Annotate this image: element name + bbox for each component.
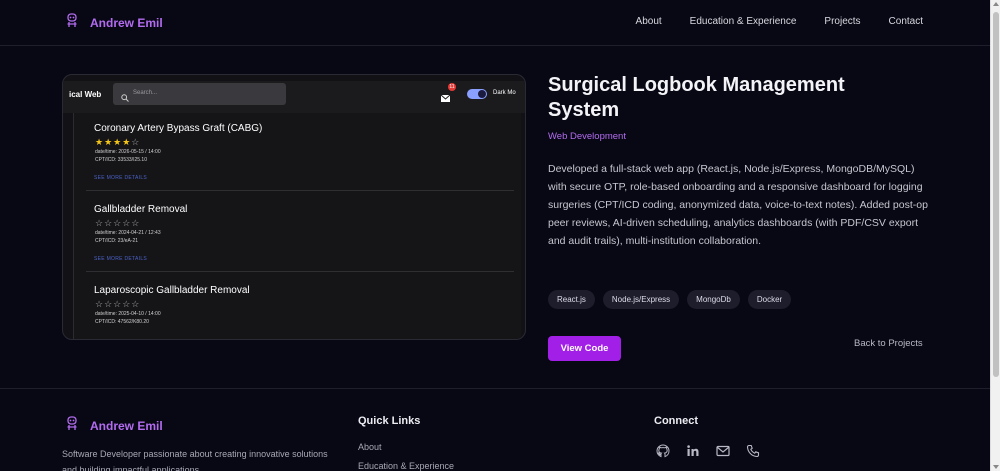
footer-description: Software Developer passionate about crea…	[62, 449, 328, 471]
rating-stars: ☆☆☆☆☆	[95, 218, 141, 228]
surgery-codes: CPT/ICD: 23/eA-21	[95, 238, 139, 244]
nav-link-contact[interactable]: Contact	[889, 16, 923, 27]
connect-heading: Connect	[654, 415, 698, 427]
tag-react: React.js	[548, 290, 595, 309]
nav-link-education[interactable]: Education & Experience	[690, 16, 797, 27]
mail-icon[interactable]	[715, 443, 731, 459]
footer-brand: Andrew Emil	[66, 416, 163, 436]
surgery-title: Gallbladder Removal	[94, 204, 188, 215]
surgery-card: Laparoscopic Gallbladder Removal ☆☆☆☆☆ d…	[86, 277, 514, 339]
tag-docker: Docker	[747, 290, 792, 309]
back-to-projects-link[interactable]: Back to Projects	[854, 338, 923, 349]
surgery-list: Coronary Artery Bypass Graft (CABG) ★★★★…	[73, 113, 521, 339]
notification-badge: 11	[448, 83, 456, 91]
surgery-codes: CPT/ICD: 47562/K80.20	[95, 319, 149, 325]
footer-brand-name: Andrew Emil	[90, 419, 163, 433]
nav-link-about[interactable]: About	[636, 16, 662, 27]
see-more-link: SEE MORE DETAILS	[94, 175, 148, 181]
footer: Andrew Emil Software Developer passionat…	[0, 388, 990, 471]
rating-stars: ★★★★☆	[95, 137, 141, 147]
surgery-datetime: date/time: 2025-04-10 / 14:00	[95, 311, 161, 317]
surgery-card: Gallbladder Removal ☆☆☆☆☆ date/time: 202…	[86, 196, 514, 272]
surgery-title: Laparoscopic Gallbladder Removal	[94, 285, 250, 296]
search-icon	[121, 89, 129, 107]
footer-link-about[interactable]: About	[358, 442, 382, 452]
scroll-thumb[interactable]	[993, 12, 999, 377]
nav-link-projects[interactable]: Projects	[824, 16, 860, 27]
view-code-button[interactable]: View Code	[548, 336, 621, 361]
project-category: Web Development	[548, 131, 626, 142]
surgery-card: Coronary Artery Bypass Graft (CABG) ★★★★…	[86, 115, 514, 191]
scroll-up-arrow-icon[interactable]	[993, 2, 999, 6]
tag-mongodb: MongoDb	[687, 290, 740, 309]
surgery-codes: CPT/ICD: 33533/I25.10	[95, 157, 147, 163]
robot-icon	[66, 13, 78, 33]
dark-mode-label: Dark Mo	[493, 90, 516, 96]
github-icon[interactable]	[655, 443, 671, 459]
app-search-input: Search...	[113, 83, 286, 105]
social-icons	[655, 443, 761, 459]
dark-mode-toggle	[467, 89, 487, 99]
rating-stars: ☆☆☆☆☆	[95, 299, 141, 309]
brand-name: Andrew Emil	[90, 16, 163, 30]
surgery-datetime: date/time: 2026-05-15 / 14:00	[95, 149, 161, 155]
see-more-link: SEE MORE DETAILS	[94, 256, 148, 262]
quick-links-heading: Quick Links	[358, 415, 421, 427]
brand-logo[interactable]: Andrew Emil	[66, 13, 163, 33]
tech-tags: React.js Node.js/Express MongoDb Docker	[548, 290, 792, 309]
app-header: ical Web Search... 11 Dark Mo	[63, 81, 525, 113]
mail-icon	[440, 89, 451, 107]
search-placeholder: Search...	[133, 90, 158, 96]
project-screenshot: ical Web Search... 11 Dark Mo Coronary A…	[62, 74, 526, 340]
scroll-down-arrow-icon[interactable]	[993, 465, 999, 469]
nav-links: About Education & Experience Projects Co…	[608, 16, 923, 27]
footer-link-education[interactable]: Education & Experience	[358, 461, 454, 471]
project-description: Developed a full-stack web app (React.js…	[548, 163, 928, 247]
surgery-title: Coronary Artery Bypass Graft (CABG)	[94, 123, 263, 134]
phone-icon[interactable]	[745, 443, 761, 459]
robot-icon	[66, 416, 78, 436]
top-navbar: Andrew Emil About Education & Experience…	[0, 0, 990, 46]
linkedin-icon[interactable]	[685, 443, 701, 459]
tag-node: Node.js/Express	[602, 290, 680, 309]
surgery-datetime: date/time: 2024-04-21 / 12:43	[95, 230, 161, 236]
page-scrollbar[interactable]	[990, 0, 1000, 471]
project-title: Surgical Logbook Management System	[548, 74, 845, 121]
app-title: ical Web	[69, 90, 102, 99]
